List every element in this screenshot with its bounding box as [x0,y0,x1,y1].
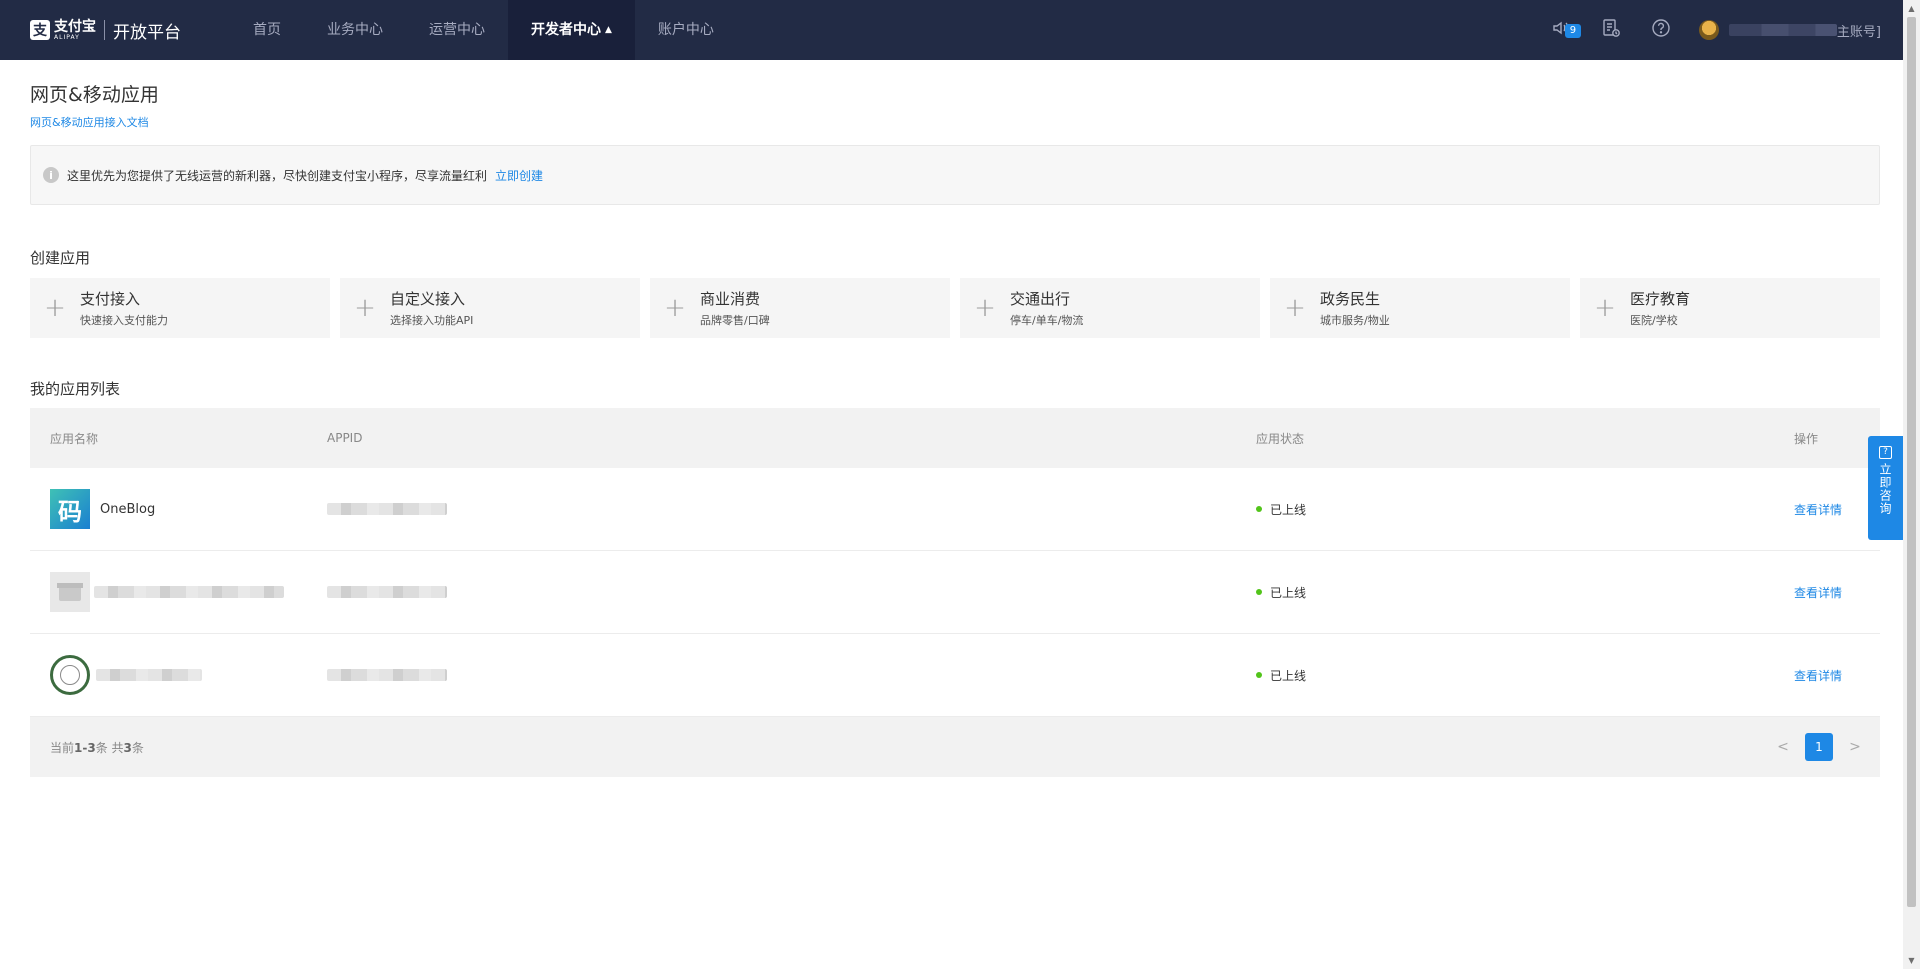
code-char-icon: 码 [50,489,90,529]
status-online-dot [1256,672,1262,678]
nav-item-developer-center-label: 开发者中心 [531,22,601,38]
plus-icon: + [1594,293,1616,323]
card-title: 交通出行 [1010,290,1071,308]
store-placeholder-icon [50,572,90,612]
plus-icon: + [354,293,376,323]
nav-item-home[interactable]: 首页 [230,0,304,60]
card-title: 政务民生 [1320,290,1381,308]
create-card-transport[interactable]: + 交通出行停车/单车/物流 [960,278,1260,338]
card-desc: 品牌零售/口碑 [700,314,770,327]
main-content: 网页&移动应用 网页&移动应用接入文档 i 这里优先为您提供了无线运营的新利器，… [30,60,1880,777]
table-footer: 当前1-3条 共3条 < 1 > [30,717,1880,777]
avatar [1698,20,1719,40]
question-circle-icon [1651,18,1671,42]
info-icon: i [43,167,59,183]
pagination: < 1 > [1773,733,1865,761]
create-card-government[interactable]: + 政务民生城市服务/物业 [1270,278,1570,338]
view-details-link[interactable]: 查看详情 [1794,669,1842,683]
card-desc: 城市服务/物业 [1320,314,1390,327]
create-card-custom[interactable]: + 自定义接入选择接入功能API [340,278,640,338]
user-account-suffix: 主账号] [1836,24,1881,40]
view-details-link[interactable]: 查看详情 [1794,586,1842,600]
green-ring-logo-icon [50,655,90,695]
integration-doc-link[interactable]: 网页&移动应用接入文档 [30,114,149,130]
nav-item-developer-center[interactable]: 开发者中心 ▲ [508,0,635,60]
notice-text: 这里优先为您提供了无线运营的新利器，尽快创建支付宝小程序，尽享流量红利 [67,168,488,183]
scrollbar-thumb[interactable] [1907,17,1916,907]
consult-now-button[interactable]: ? 立即咨询 [1868,436,1903,540]
mini-program-notice: i 这里优先为您提供了无线运营的新利器，尽快创建支付宝小程序，尽享流量红利 立即… [30,145,1880,205]
card-title: 支付接入 [80,290,141,308]
nav-item-business-center[interactable]: 业务中心 [304,0,406,60]
status-online-dot [1256,506,1262,512]
plus-icon: + [974,293,996,323]
chevron-left-icon[interactable]: < [1773,739,1793,755]
appid-redacted [327,503,447,515]
nav-item-account-center[interactable]: 账户中心 [635,0,737,60]
card-desc: 选择接入功能API [390,314,474,327]
card-desc: 停车/单车/物流 [1010,314,1084,327]
card-title: 医疗教育 [1630,290,1691,308]
view-details-link[interactable]: 查看详情 [1794,503,1842,517]
scroll-up-arrow-icon[interactable]: ▲ [1903,0,1920,17]
page-scrollbar[interactable]: ▲ ▼ [1903,0,1920,969]
create-app-cards: + 支付接入快速接入支付能力 + 自定义接入选择接入功能API + 商业消费品牌… [30,278,1880,338]
scroll-down-arrow-icon[interactable]: ▼ [1903,952,1920,969]
card-title: 自定义接入 [390,290,466,308]
top-navigation-bar: 支 支付宝 ALIPAY 开放平台 首页 业务中心 运营中心 开发者中心 ▲ 账户… [0,0,1903,60]
header-tools: 9 主账号] [1541,0,1903,60]
main-nav: 首页 业务中心 运营中心 开发者中心 ▲ 账户中心 [230,0,737,60]
todo-list-button[interactable] [1591,10,1631,50]
page-title: 网页&移动应用 [30,84,159,106]
column-header-status: 应用状态 [1256,431,1305,446]
logo-divider [104,20,105,40]
plus-icon: + [664,293,686,323]
app-name: OneBlog [100,501,156,517]
status-online-dot [1256,589,1262,595]
create-card-medical-education[interactable]: + 医疗教育医院/学校 [1580,278,1880,338]
question-box-icon: ? [1879,446,1892,459]
alipay-open-platform-logo[interactable]: 支 支付宝 ALIPAY 开放平台 [30,18,181,43]
user-account-name-redacted [1728,24,1837,36]
notification-count-badge: 9 [1564,24,1581,38]
app-status: 已上线 [1270,585,1307,600]
app-list-section-title: 我的应用列表 [30,380,121,398]
card-desc: 医院/学校 [1630,314,1678,327]
app-status: 已上线 [1270,668,1307,683]
table-header: 应用名称 APPID 应用状态 操作 [30,408,1880,468]
app-list-table: 应用名称 APPID 应用状态 操作 码 OneBlog 已上线 查看详情 已上… [30,408,1880,777]
page-number-button[interactable]: 1 [1805,733,1833,761]
alipay-logo-icon: 支 [30,20,50,40]
platform-title: 开放平台 [113,22,181,43]
card-title: 商业消费 [700,290,761,308]
caret-up-icon: ▲ [605,25,612,35]
app-name-redacted [96,669,202,681]
column-header-appid: APPID [327,431,363,445]
nav-item-operation-center[interactable]: 运营中心 [406,0,508,60]
card-desc: 快速接入支付能力 [80,314,168,327]
create-now-link[interactable]: 立即创建 [495,167,543,184]
app-name-redacted [94,586,284,598]
plus-icon: + [44,293,66,323]
logo-brand-text: 支付宝 [54,18,96,35]
user-menu[interactable]: 主账号] [1698,20,1881,40]
table-row: 已上线 查看详情 [30,551,1880,634]
create-card-payment[interactable]: + 支付接入快速接入支付能力 [30,278,330,338]
notification-button[interactable]: 9 [1541,10,1581,50]
document-clock-icon [1601,18,1621,42]
table-row: 已上线 查看详情 [30,634,1880,717]
create-card-commerce[interactable]: + 商业消费品牌零售/口碑 [650,278,950,338]
plus-icon: + [1284,293,1306,323]
pagination-summary: 当前1-3条 共3条 [50,740,144,755]
help-button[interactable] [1641,10,1681,50]
create-app-section-title: 创建应用 [30,249,91,267]
table-row: 码 OneBlog 已上线 查看详情 [30,468,1880,551]
appid-redacted [327,586,447,598]
chevron-right-icon[interactable]: > [1845,739,1865,755]
consult-label: 立即咨询 [1878,463,1892,515]
appid-redacted [327,669,447,681]
logo-brand-en-text: ALIPAY [54,33,80,41]
column-header-name: 应用名称 [50,431,99,446]
app-status: 已上线 [1270,502,1307,517]
